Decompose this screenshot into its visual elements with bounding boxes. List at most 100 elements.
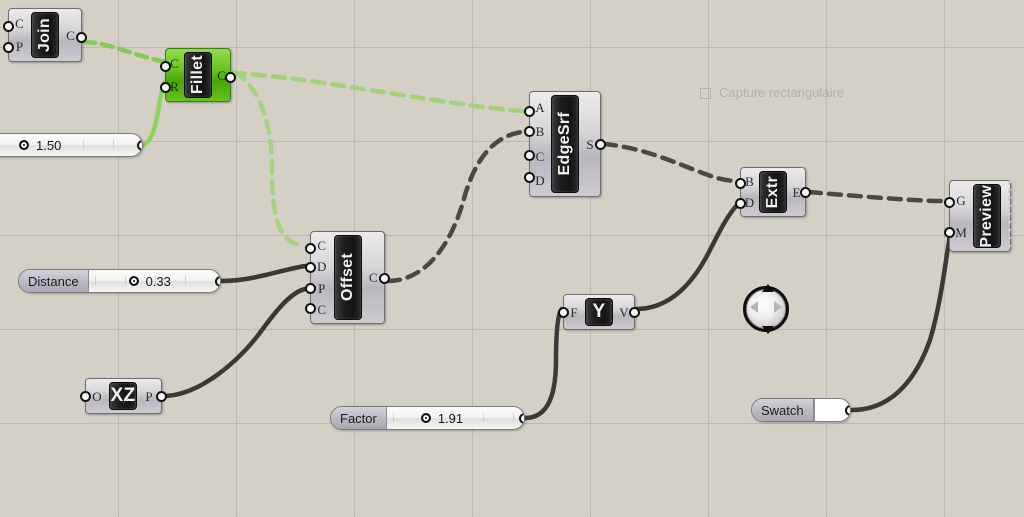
dial-arrow-right-icon	[774, 301, 782, 313]
slider-factor-grip[interactable]	[420, 413, 431, 423]
offset-nib-in-C1[interactable]	[305, 243, 316, 254]
slider-distance[interactable]: Distance 0.33	[18, 269, 221, 293]
component-fillet[interactable]: C R Fillet C	[160, 48, 236, 102]
xz-output-P[interactable]: P	[145, 390, 152, 403]
grid-line-horizontal	[0, 235, 1024, 236]
xz-input-O[interactable]: O	[92, 390, 101, 403]
camera-icon	[700, 88, 711, 100]
component-offset[interactable]: C D P C Offset C	[305, 231, 390, 324]
unity-nib-out-V[interactable]	[629, 307, 640, 318]
component-xz-plane[interactable]: O XZ P	[80, 378, 167, 414]
join-input-P[interactable]: P	[16, 40, 23, 53]
slider-factor-track[interactable]: 1.91	[387, 407, 524, 429]
swatch-nib-out[interactable]	[845, 405, 850, 416]
component-unit-y[interactable]: F Y V	[558, 294, 640, 330]
extr-nib-in-B[interactable]	[735, 178, 746, 189]
dial-arrow-left-icon	[750, 301, 758, 313]
offset-input-C2[interactable]: C	[317, 303, 326, 316]
join-output-C[interactable]: C	[66, 29, 75, 42]
edgesrf-input-A[interactable]: A	[535, 101, 544, 114]
grid-line-vertical	[590, 0, 591, 517]
extr-nib-out-E[interactable]	[800, 187, 811, 198]
wire-distance-to-offset	[218, 263, 309, 284]
wire-fillet-to-edgesrf	[230, 70, 534, 114]
slider-factor-value: 1.91	[437, 410, 464, 426]
dial-arrow-bottom-icon	[762, 326, 774, 334]
join-input-ports: C P	[9, 9, 30, 61]
fillet-nib-in-R[interactable]	[160, 82, 171, 93]
offset-nib-out-C[interactable]	[379, 273, 390, 284]
offset-input-D[interactable]: D	[317, 260, 326, 273]
unity-output-V[interactable]: V	[619, 306, 628, 319]
offset-input-P[interactable]: P	[318, 282, 325, 295]
component-join[interactable]: C P Join C	[3, 8, 87, 62]
ghost-label-text: Capture rectangulaire	[719, 85, 845, 100]
preview-nib-in-G[interactable]	[944, 197, 955, 208]
slider-radius[interactable]: 1.50	[0, 133, 143, 157]
offset-input-C1[interactable]: C	[317, 239, 326, 252]
edgesrf-nib-in-D[interactable]	[524, 172, 535, 183]
xz-nib-in-O[interactable]	[80, 391, 91, 402]
fillet-input-C[interactable]: C	[170, 57, 179, 70]
offset-output-C[interactable]: C	[369, 271, 378, 284]
join-nib-out-C[interactable]	[76, 32, 87, 43]
edgesrf-input-B[interactable]: B	[536, 125, 545, 138]
component-extrude[interactable]: B D Extr E	[735, 167, 811, 217]
offset-nib-in-C2[interactable]	[305, 303, 316, 314]
slider-distance-nickname[interactable]: Distance	[19, 270, 89, 292]
extr-input-B[interactable]: B	[745, 175, 754, 188]
join-input-C[interactable]: C	[15, 17, 24, 30]
wire-fillet-to-offset	[232, 69, 306, 248]
slider-factor[interactable]: Factor 1.91	[330, 406, 525, 430]
slider-distance-track[interactable]: 0.33	[89, 270, 220, 292]
component-edgesrf[interactable]: A B C D EdgeSrf S	[524, 91, 606, 197]
offset-nib-in-D[interactable]	[305, 262, 316, 273]
edgesrf-nib-in-A[interactable]	[524, 106, 535, 117]
edgesrf-output-S[interactable]: S	[586, 138, 593, 151]
slider-radius-nib-out[interactable]	[137, 140, 142, 151]
edgesrf-label: EdgeSrf	[556, 112, 573, 176]
slider-factor-nickname[interactable]: Factor	[331, 407, 387, 429]
screenshot-tool-ghost-label: Capture rectangulaire	[700, 85, 844, 100]
slider-radius-track[interactable]: 1.50	[0, 134, 142, 156]
slider-distance-grip[interactable]	[128, 276, 139, 286]
slider-distance-nib-out[interactable]	[215, 276, 220, 287]
fillet-nib-in-C[interactable]	[160, 61, 171, 72]
offset-nib-in-P[interactable]	[305, 283, 316, 294]
grid-line-vertical	[708, 0, 709, 517]
grasshopper-canvas[interactable]: Capture rectangulaire C P Join C C R Fil…	[0, 0, 1024, 517]
edgesrf-input-D[interactable]: D	[535, 174, 544, 187]
offset-label: Offset	[338, 253, 356, 302]
wire-swatch-to-preview	[849, 233, 953, 413]
grid-line-vertical	[236, 0, 237, 517]
slider-factor-nib-out[interactable]	[519, 413, 524, 424]
component-preview[interactable]: G M Preview	[944, 180, 1016, 252]
swatch-nickname[interactable]: Swatch	[752, 399, 814, 421]
preview-nib-in-M[interactable]	[944, 227, 955, 238]
edgesrf-nib-in-B[interactable]	[524, 126, 535, 137]
slider-distance-value: 0.33	[145, 273, 171, 289]
preview-input-M[interactable]: M	[955, 226, 967, 239]
fillet-input-R[interactable]: R	[170, 80, 179, 93]
dial-knob-widget[interactable]	[740, 283, 792, 335]
edgesrf-nib-out-S[interactable]	[595, 139, 606, 150]
wire-factor-to-unity	[522, 306, 565, 421]
offset-name-bar: Offset	[333, 235, 362, 320]
grid-line-vertical	[472, 0, 473, 517]
fillet-nib-out-C[interactable]	[225, 72, 236, 83]
colour-swatch[interactable]: Swatch	[751, 398, 851, 422]
unity-nib-in-F[interactable]	[558, 307, 569, 318]
join-nib-in-P[interactable]	[3, 42, 14, 53]
xz-nib-out-P[interactable]	[156, 391, 167, 402]
unity-input-F[interactable]: F	[570, 306, 577, 319]
join-nib-in-C[interactable]	[3, 21, 14, 32]
extr-input-D[interactable]: D	[745, 196, 754, 209]
extr-nib-in-D[interactable]	[735, 198, 746, 209]
preview-input-G[interactable]: G	[956, 194, 965, 207]
slider-radius-value: 1.50	[36, 137, 62, 153]
edgesrf-input-C[interactable]: C	[536, 150, 545, 163]
xz-name-bar: XZ	[109, 382, 137, 410]
fillet-name-bar: Fillet	[184, 52, 212, 98]
edgesrf-nib-in-C[interactable]	[524, 150, 535, 161]
slider-radius-grip[interactable]	[19, 140, 29, 150]
